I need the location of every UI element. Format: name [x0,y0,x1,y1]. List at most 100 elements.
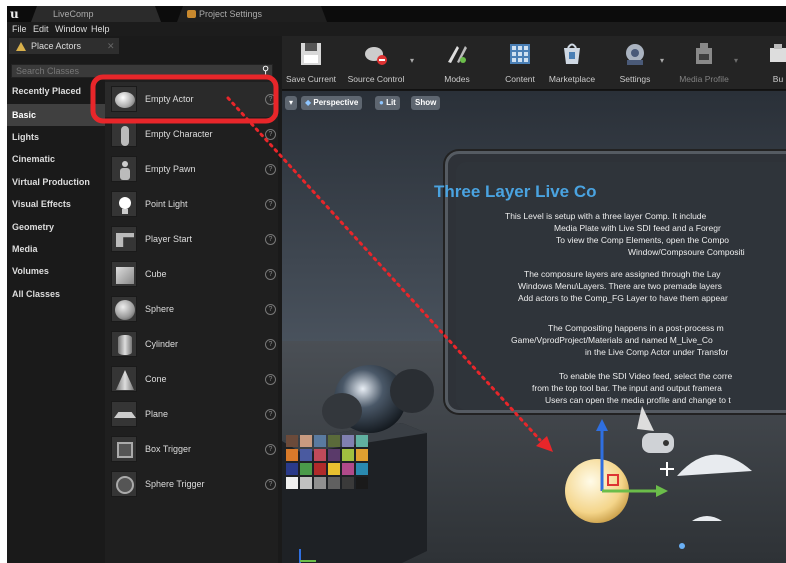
build-icon [770,44,786,62]
help-icon[interactable]: ? [265,304,276,315]
help-icon[interactable]: ? [265,409,276,420]
settings-button[interactable]: Settings ▾ [610,36,664,90]
actor-item-cone[interactable]: Cone ? [105,362,278,397]
viewport-options-button[interactable]: ▾ [285,96,297,110]
editor-window: u LiveComp Project Settings File Edit Wi… [7,6,786,563]
main-toolbar: Save Current Source Control ▾ Modes Cont… [282,36,786,90]
settings-tab-icon [187,10,196,18]
category-visual-effects[interactable]: Visual Effects [7,193,105,215]
actor-item-empty-character[interactable]: Empty Character ? [105,117,278,152]
info-line: Media Plate with Live SDI feed and a For… [554,223,721,233]
cone-icon [111,366,137,392]
source-control-button[interactable]: Source Control ▾ [342,36,414,90]
category-geometry[interactable]: Geometry [7,216,105,238]
category-recently-placed[interactable]: Recently Placed [7,80,105,102]
help-icon[interactable]: ? [265,94,276,105]
menu-help[interactable]: Help [91,23,110,35]
actor-item-cube[interactable]: Cube ? [105,257,278,292]
close-icon[interactable]: ✕ [107,38,115,54]
media-profile-button[interactable]: Media Profile ▾ [674,36,738,90]
help-icon[interactable]: ? [265,199,276,210]
actor-item-player-start[interactable]: Player Start ? [105,222,278,257]
unreal-logo-icon: u [10,7,19,21]
media-profile-icon [696,43,712,64]
actor-item-sphere[interactable]: Sphere ? [105,292,278,327]
cylinder-icon [111,331,137,357]
color-checker-chart [282,429,402,559]
actor-item-sphere-trigger[interactable]: Sphere Trigger ? [105,467,278,502]
menu-bar: File Edit Window Help [7,22,786,36]
actor-item-empty-pawn[interactable]: Empty Pawn ? [105,152,278,187]
menu-edit[interactable]: Edit [33,23,49,35]
empty-actor-icon [111,86,137,112]
lit-icon: ● [379,98,387,107]
point-light-icon [111,191,137,217]
actor-item-empty-actor[interactable]: Empty Actor ? [105,82,278,117]
actor-item-cylinder[interactable]: Cylinder ? [105,327,278,362]
actor-item-box-trigger[interactable]: Box Trigger ? [105,432,278,467]
search-icon[interactable]: ⚲ [262,64,274,78]
info-line: Window/Compsoure Compositi [628,247,745,257]
info-line: The Compositing happens in a post-proces… [548,323,724,333]
place-actors-tab[interactable]: Place Actors ✕ [9,38,119,54]
box-trigger-icon [111,436,137,462]
chevron-down-icon: ▾ [659,56,664,65]
save-icon [301,43,321,65]
info-line: The composure layers are assigned throug… [524,269,721,279]
modes-icon [448,46,467,63]
menu-file[interactable]: File [12,23,27,35]
category-list: Recently Placed Basic Lights Cinematic V… [7,80,105,563]
info-line: This Level is setup with a three layer C… [505,211,707,221]
info-panel-title: Three Layer Live Co [434,182,597,201]
tab-livecomp[interactable]: LiveComp [31,6,161,22]
marketplace-icon [564,43,580,64]
category-virtual-production[interactable]: Virtual Production [7,171,105,193]
info-line: Add actors to the Comp_FG Layer to have … [518,293,728,303]
level-viewport[interactable]: ▾ ◆ Perspective ● Lit Show Three Layer L… [282,91,786,563]
help-icon[interactable]: ? [265,269,276,280]
sphere-trigger-icon [111,471,137,497]
help-icon[interactable]: ? [265,374,276,385]
title-bar: u LiveComp Project Settings [7,6,786,22]
help-icon[interactable]: ? [265,234,276,245]
help-icon[interactable]: ? [265,129,276,140]
build-button[interactable]: Bu [758,36,786,90]
category-cinematic[interactable]: Cinematic [7,148,105,170]
search-input[interactable]: Search Classes [11,64,273,78]
tab-project-settings[interactable]: Project Settings [177,6,327,22]
show-button[interactable]: Show [411,96,441,110]
settings-icon [626,44,644,65]
place-actors-panel: Place Actors ✕ Search Classes ⚲ Recently… [7,36,282,563]
help-icon[interactable]: ? [265,164,276,175]
empty-pawn-icon [111,156,137,182]
actor-item-plane[interactable]: Plane ? [105,397,278,432]
source-control-icon [365,47,387,65]
lit-button[interactable]: ● Lit [375,96,400,110]
content-button[interactable]: Content [496,36,544,90]
sphere-icon [111,296,137,322]
info-line: in the Live Comp Actor under Transfor [585,347,729,357]
chevron-down-icon: ▾ [733,56,738,65]
category-all-classes[interactable]: All Classes [7,283,105,305]
category-volumes[interactable]: Volumes [7,260,105,282]
player-start-icon [111,226,137,252]
empty-character-icon [111,121,137,147]
help-icon[interactable]: ? [265,339,276,350]
modes-button[interactable]: Modes [432,36,482,90]
category-media[interactable]: Media [7,238,105,260]
category-basic[interactable]: Basic [7,104,105,126]
save-current-button[interactable]: Save Current [282,36,340,90]
info-line: To view the Comp Elements, open the Comp… [556,235,729,245]
marketplace-button[interactable]: Marketplace [544,36,600,90]
actor-item-point-light[interactable]: Point Light ? [105,187,278,222]
content-icon [510,44,530,64]
actor-list: Empty Actor ? Empty Character ? Empty Pa… [105,80,278,563]
category-lights[interactable]: Lights [7,126,105,148]
help-icon[interactable]: ? [265,444,276,455]
info-line: Game/VprodProject/Materials and named M_… [511,335,713,345]
help-icon[interactable]: ? [265,479,276,490]
place-actors-icon [16,42,26,51]
chevron-down-icon: ▾ [409,56,414,65]
menu-window[interactable]: Window [55,23,87,35]
perspective-button[interactable]: ◆ Perspective [301,96,363,110]
